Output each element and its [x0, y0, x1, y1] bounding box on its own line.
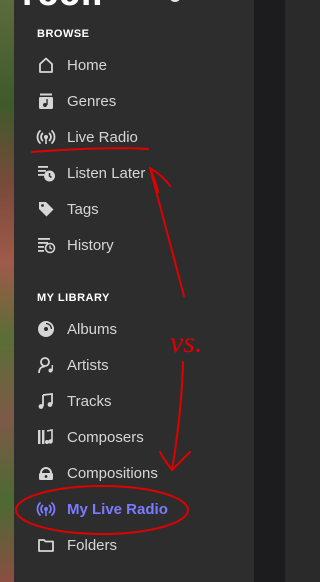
nav-item-compositions[interactable]: Compositions [36, 460, 236, 486]
nav-label-albums: Albums [67, 320, 118, 338]
nav-label-tracks: Tracks [67, 392, 112, 410]
nav-item-tracks[interactable]: Tracks [36, 388, 236, 414]
browse-header: BROWSE [37, 28, 90, 40]
nav-label-live-radio: Live Radio [67, 128, 138, 146]
nav-item-artists[interactable]: Artists [36, 352, 236, 378]
nav-item-listen-later[interactable]: Listen Later [36, 160, 236, 186]
radio-icon [36, 499, 56, 519]
app-logo: roon [22, 0, 103, 13]
album-icon [36, 319, 56, 339]
genres-icon [36, 91, 56, 111]
radio-icon [36, 127, 56, 147]
content-area-edge [254, 0, 285, 582]
nav-label-compositions: Compositions [67, 464, 158, 482]
nav-label-folders: Folders [67, 536, 118, 554]
composers-icon [36, 427, 56, 447]
nav-item-home[interactable]: Home [36, 52, 236, 78]
nav-item-albums[interactable]: Albums [36, 316, 236, 342]
history-icon [36, 235, 56, 255]
music-note-icon [36, 391, 56, 411]
artist-icon [36, 355, 56, 375]
nav-item-live-radio[interactable]: Live Radio [36, 124, 236, 150]
nav-label-home: Home [67, 56, 108, 74]
nav-label-composers: Composers [67, 428, 144, 446]
nav-item-genres[interactable]: Genres [36, 88, 236, 114]
folder-icon [36, 535, 56, 555]
home-icon [36, 55, 56, 75]
nav-label-tags: Tags [67, 200, 99, 218]
nav-label-genres: Genres [67, 92, 117, 110]
nav-label-artists: Artists [67, 356, 109, 374]
library-header: MY LIBRARY [37, 292, 110, 304]
nav-item-composers[interactable]: Composers [36, 424, 236, 450]
nav-item-history[interactable]: History [36, 232, 236, 258]
listen-later-icon [36, 163, 56, 183]
nav-label-history: History [67, 236, 114, 254]
nav-item-tags[interactable]: Tags [36, 196, 236, 222]
tag-icon [36, 199, 56, 219]
nav-item-folders[interactable]: Folders [36, 532, 236, 558]
nav-item-my-live-radio[interactable]: My Live Radio [36, 496, 236, 522]
nav-label-listen-later: Listen Later [67, 164, 146, 182]
compositions-icon [36, 463, 56, 483]
nav-label-my-live-radio: My Live Radio [67, 500, 168, 518]
background-photo [0, 0, 14, 582]
